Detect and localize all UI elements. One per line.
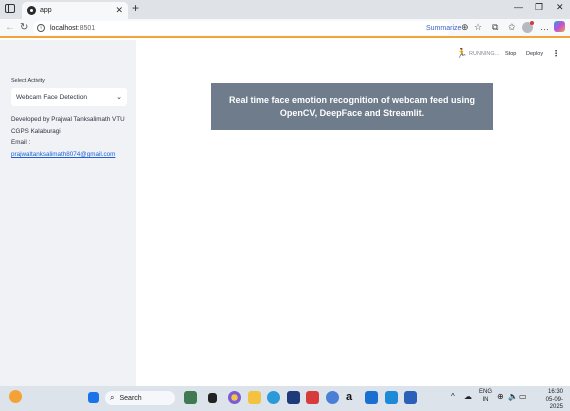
restore-icon[interactable]: ❐ [535, 2, 543, 13]
more-options-icon[interactable]: … [540, 22, 549, 32]
widgets-icon[interactable] [184, 391, 197, 404]
select-activity-label: Select Activity [11, 78, 45, 84]
copilot-icon[interactable] [554, 21, 565, 32]
network-icon[interactable]: ⊕ [497, 392, 504, 402]
start-icon[interactable] [88, 392, 99, 403]
site-info-icon[interactable]: i [37, 24, 45, 32]
streamlit-favicon-icon [27, 6, 36, 15]
profile-avatar[interactable] [522, 21, 534, 33]
credit-line-2: CGPS Kalaburagi [11, 128, 61, 135]
tab-title: app [40, 7, 52, 14]
browser-tab-strip: app ✕ + — ❐ ✕ [0, 0, 570, 19]
credit-line-1: Developed by Prajwal Tanksalimath VTU [11, 116, 125, 123]
split-screen-icon[interactable]: ⧉ [492, 22, 498, 33]
taskbar-search[interactable]: ⌕ Search [105, 391, 175, 405]
clock-date: 05-09-2025 [545, 396, 563, 411]
deploy-button[interactable]: Deploy [526, 51, 543, 57]
favorite-star-icon[interactable]: ☆ [474, 22, 482, 33]
tab-actions-icon[interactable] [5, 4, 15, 13]
favorites-icon[interactable]: ✩ [508, 22, 516, 33]
clock-time: 16:30 [547, 389, 563, 395]
banner-text: Real time face emotion recognition of we… [228, 94, 476, 118]
file-explorer-icon[interactable] [248, 391, 261, 404]
amazon-icon[interactable]: a [346, 391, 359, 404]
mcafee-icon[interactable] [306, 391, 319, 404]
search-icon: ⌕ [110, 393, 115, 402]
language-code: ENG [479, 389, 493, 395]
stop-button[interactable]: Stop [505, 51, 516, 57]
vscode-icon[interactable] [385, 391, 398, 404]
onedrive-icon[interactable]: ☁ [464, 392, 472, 402]
clock[interactable]: 16:30 05-09-2025 [533, 389, 563, 411]
chat-app-icon[interactable] [228, 391, 241, 404]
zoom-icon[interactable]: ⊕ [461, 22, 469, 33]
email-link[interactable]: prajwaltanksalimath8074@gmail.com [11, 151, 115, 158]
task-view-icon[interactable] [208, 393, 217, 403]
show-hidden-icons-icon[interactable]: ^ [451, 392, 455, 402]
language-region: IN [482, 396, 489, 403]
minimize-icon[interactable]: — [514, 2, 523, 12]
app-title-banner: Real time face emotion recognition of we… [211, 83, 493, 130]
language-indicator[interactable]: ENG IN [479, 389, 492, 404]
chevron-down-icon: ⌄ [116, 94, 122, 101]
refresh-icon[interactable]: ↻ [20, 22, 28, 33]
weather-widget-icon[interactable] [9, 390, 22, 403]
running-man-icon: 🏃 [456, 48, 468, 58]
close-tab-icon[interactable]: ✕ [115, 5, 123, 16]
battery-icon[interactable]: ▭ [519, 392, 527, 402]
url-port: :8501 [77, 24, 96, 32]
main-menu-icon[interactable]: ⋮ [552, 49, 560, 58]
close-window-icon[interactable]: ✕ [556, 2, 564, 13]
back-icon[interactable]: ← [5, 22, 15, 33]
address-bar[interactable]: i localhost:8501 Summarize [33, 21, 461, 35]
edge-browser-icon[interactable] [267, 391, 280, 404]
prime-video-icon[interactable] [365, 391, 378, 404]
search-placeholder: Search [119, 394, 142, 402]
new-tab-icon[interactable]: + [132, 1, 139, 15]
activity-select[interactable]: Webcam Face Detection ⌄ [11, 88, 127, 106]
store-icon[interactable] [287, 391, 300, 404]
email-label: Email : [11, 139, 31, 146]
summarize-button[interactable]: Summarize [426, 25, 461, 32]
url-host: localhost [50, 24, 78, 32]
browser-toolbar: ← ↻ i localhost:8501 Summarize ⊕ ☆ ⧉ ✩ … [0, 19, 570, 38]
running-status: RUNNING... [469, 51, 500, 57]
word-icon[interactable] [404, 391, 417, 404]
activity-select-value: Webcam Face Detection [16, 93, 88, 101]
settings-app-icon[interactable] [326, 391, 339, 404]
volume-icon[interactable]: 🔈 [508, 392, 518, 402]
browser-tab[interactable]: app ✕ [22, 2, 128, 19]
